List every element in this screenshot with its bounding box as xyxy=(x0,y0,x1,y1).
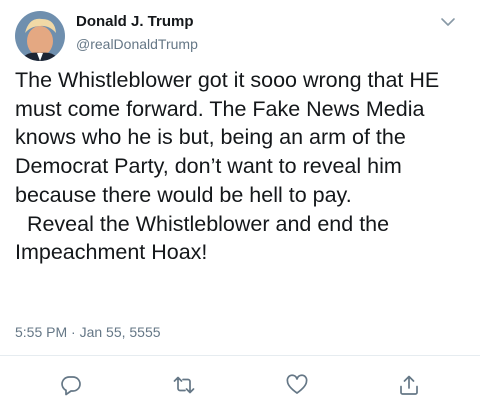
share-icon xyxy=(400,375,418,395)
retweet-icon xyxy=(173,376,195,394)
share-button[interactable] xyxy=(398,374,420,396)
author-handle[interactable]: @realDonaldTrump xyxy=(76,36,198,52)
reply-button[interactable] xyxy=(60,374,82,396)
author-name[interactable]: Donald J. Trump xyxy=(76,13,194,30)
tweet-text: The Whistleblower got it sooo wrong that… xyxy=(15,68,440,265)
reply-icon xyxy=(61,376,81,396)
like-button[interactable] xyxy=(286,374,308,396)
avatar[interactable] xyxy=(15,11,65,61)
avatar-image xyxy=(15,11,65,61)
tweet-card: Donald J. Trump @realDonaldTrump The Whi… xyxy=(0,0,480,410)
heart-icon xyxy=(286,374,308,394)
retweet-button[interactable] xyxy=(173,374,195,396)
chevron-down-icon[interactable] xyxy=(440,14,456,30)
tweet-timestamp[interactable]: 5:55 PM · Jan 55, 5555 xyxy=(15,324,161,340)
divider xyxy=(0,355,480,356)
